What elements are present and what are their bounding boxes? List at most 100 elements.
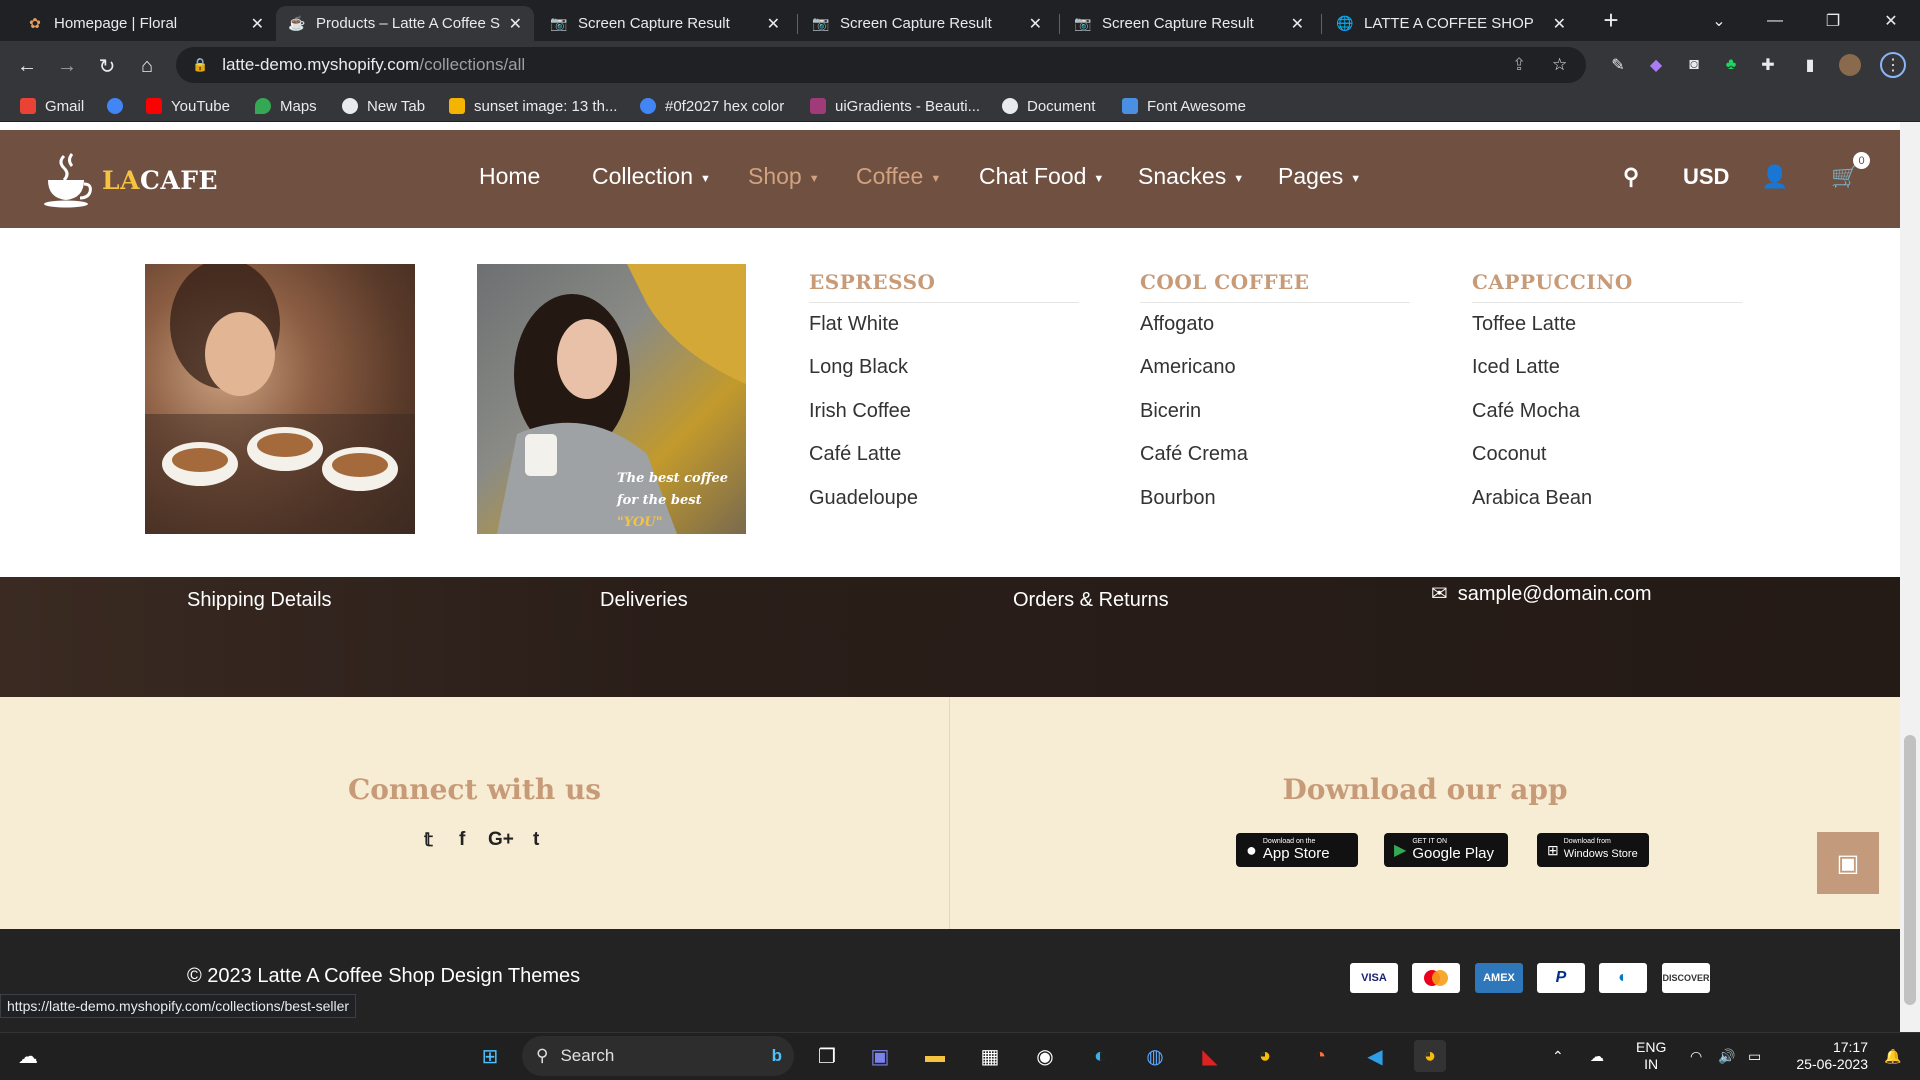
app-icon[interactable]: ◉	[1029, 1040, 1061, 1072]
bookmark-new-tab[interactable]: New Tab	[342, 96, 425, 116]
new-tab-button[interactable]: +	[1586, 0, 1636, 41]
minimize-button[interactable]: —	[1750, 0, 1800, 41]
bookmark-maps[interactable]: Maps	[255, 96, 317, 116]
nav-shop[interactable]: Shop ▼	[748, 163, 820, 190]
chrome-active-icon[interactable]: ◕	[1414, 1040, 1446, 1072]
address-bar[interactable]: 🔒 latte-demo.myshopify.com/collections/a…	[176, 47, 1586, 83]
menu-item[interactable]: Bicerin	[1140, 400, 1201, 423]
tab-products[interactable]: ☕ Products – Latte A Coffee S ✕	[276, 6, 534, 41]
sidebar-icon[interactable]: ▮	[1799, 54, 1821, 76]
profile-avatar[interactable]	[1839, 54, 1861, 76]
twitter-icon[interactable]: 𝕥	[424, 829, 433, 852]
search-icon[interactable]: ⚲	[1623, 164, 1639, 190]
bookmark-youtube[interactable]: YouTube	[146, 96, 230, 116]
tab-homepage-floral[interactable]: ✿ Homepage | Floral ✕	[14, 6, 276, 41]
menu-item[interactable]: Café Crema	[1140, 443, 1248, 466]
tab-screen-capture-2[interactable]: 📷 Screen Capture Result ✕	[800, 6, 1054, 41]
currency-selector[interactable]: USD	[1683, 164, 1729, 190]
back-icon[interactable]: ←	[13, 52, 41, 80]
footer-link-shipping[interactable]: Shipping Details	[187, 589, 332, 612]
windows-start-icon[interactable]: ⊞	[474, 1040, 506, 1072]
footer-link-deliveries[interactable]: Deliveries	[600, 589, 688, 612]
puzzle-icon[interactable]: ✚	[1757, 54, 1779, 76]
tab-screen-capture-3[interactable]: 📷 Screen Capture Result ✕	[1062, 6, 1316, 41]
menu-item[interactable]: Café Mocha	[1472, 400, 1580, 423]
clock[interactable]: 17:17 25-06-2023	[1786, 1032, 1868, 1080]
vscode-icon[interactable]: ◀	[1359, 1040, 1391, 1072]
facebook-icon[interactable]: f	[459, 829, 465, 851]
bookmark-sunset[interactable]: sunset image: 13 th...	[449, 96, 617, 116]
file-explorer-icon[interactable]: ▬	[919, 1040, 951, 1072]
menu-item[interactable]: Long Black	[809, 356, 908, 379]
email-contact[interactable]: ✉ sample@domain.com	[1431, 581, 1651, 606]
camera-extension-icon[interactable]: ◙	[1683, 54, 1705, 76]
cart-icon[interactable]: 🛒	[1831, 164, 1858, 190]
firefox-icon[interactable]: ◔	[1304, 1040, 1336, 1072]
menu-item[interactable]: Bourbon	[1140, 487, 1216, 510]
language-indicator[interactable]: ENG IN	[1636, 1032, 1666, 1080]
bookmark-font-awesome[interactable]: Font Awesome	[1122, 96, 1246, 116]
nav-pages[interactable]: Pages ▼	[1278, 163, 1361, 190]
nav-home[interactable]: Home	[479, 163, 540, 190]
close-icon[interactable]: ✕	[1291, 14, 1304, 34]
store-icon[interactable]: ▦	[974, 1040, 1006, 1072]
close-icon[interactable]: ✕	[1553, 14, 1566, 34]
menu-item[interactable]: Guadeloupe	[809, 487, 918, 510]
share-icon[interactable]: ⇪	[1512, 55, 1526, 75]
menu-item[interactable]: Café Latte	[809, 443, 901, 466]
close-icon[interactable]: ✕	[1029, 14, 1042, 34]
woman-coffee-image[interactable]: The best coffee for the best "YOU"	[477, 264, 746, 534]
teams-icon[interactable]: ▣	[864, 1040, 896, 1072]
tab-search-icon[interactable]: ⌄	[1694, 0, 1744, 41]
bookmark-gmail[interactable]: Gmail	[20, 96, 84, 116]
weather-icon[interactable]: ☁	[12, 1040, 44, 1072]
tray-chevron-icon[interactable]: ⌃	[1552, 1032, 1564, 1080]
account-icon[interactable]: 👤	[1761, 164, 1788, 190]
edge-icon[interactable]: ◐	[1084, 1040, 1116, 1072]
chrome-icon[interactable]: ◕	[1249, 1040, 1281, 1072]
task-view-icon[interactable]: ❐	[811, 1040, 843, 1072]
scrollbar-thumb[interactable]	[1904, 735, 1916, 1005]
bookmark-chrome[interactable]	[107, 96, 132, 116]
pen-extension-icon[interactable]: ✎	[1607, 54, 1629, 76]
forward-icon[interactable]: →	[53, 52, 81, 80]
mcafee-icon[interactable]: ◣	[1194, 1040, 1226, 1072]
star-icon[interactable]: ☆	[1552, 55, 1567, 75]
taskbar-search[interactable]: ⚲ Search b	[522, 1036, 794, 1076]
windows-store-badge[interactable]: ⊞ Download from Windows Store	[1537, 833, 1649, 867]
close-icon[interactable]: ✕	[251, 14, 264, 34]
menu-item[interactable]: Americano	[1140, 356, 1236, 379]
volume-icon[interactable]: 🔊	[1718, 1032, 1735, 1080]
bookmark-hex-color[interactable]: #0f2027 hex color	[640, 96, 784, 116]
close-window-button[interactable]: ✕	[1866, 0, 1916, 41]
site-logo[interactable]: LACAFE	[42, 152, 218, 208]
bookmark-document[interactable]: Document	[1002, 96, 1095, 116]
google-play-badge[interactable]: ▶ GET IT ON Google Play	[1384, 833, 1508, 867]
menu-item[interactable]: Iced Latte	[1472, 356, 1560, 379]
battery-icon[interactable]: ▭	[1748, 1032, 1761, 1080]
notification-icon[interactable]: 🔔	[1884, 1032, 1901, 1080]
updater-icon[interactable]: ◍	[1139, 1040, 1171, 1072]
nav-snackes[interactable]: Snackes ▼	[1138, 163, 1244, 190]
footer-link-orders-returns[interactable]: Orders & Returns	[1013, 589, 1169, 612]
tree-extension-icon[interactable]: ♣	[1720, 54, 1742, 76]
wifi-icon[interactable]: ◠	[1690, 1032, 1702, 1080]
bookmark-uigradients[interactable]: uiGradients - Beauti...	[810, 96, 980, 116]
menu-item[interactable]: Toffee Latte	[1472, 313, 1576, 336]
close-icon[interactable]: ✕	[767, 14, 780, 34]
menu-kebab-icon[interactable]: ⋮	[1880, 52, 1906, 78]
app-store-badge[interactable]: ● Download on the App Store	[1236, 833, 1358, 867]
tumblr-icon[interactable]: t	[533, 829, 539, 851]
restore-button[interactable]: ❐	[1808, 0, 1858, 41]
nav-collection[interactable]: Collection ▼	[592, 163, 711, 190]
friends-coffee-image[interactable]	[145, 264, 415, 534]
reload-icon[interactable]: ↻	[93, 52, 121, 80]
tab-latte-coffee-shop[interactable]: 🌐 LATTE A COFFEE SHOP ✕	[1324, 6, 1578, 41]
floating-cup-button[interactable]: ▣	[1817, 832, 1879, 894]
menu-item[interactable]: Affogato	[1140, 313, 1214, 336]
home-icon[interactable]: ⌂	[133, 52, 161, 80]
tab-screen-capture-1[interactable]: 📷 Screen Capture Result ✕	[538, 6, 792, 41]
nav-coffee[interactable]: Coffee ▼	[856, 163, 941, 190]
menu-item[interactable]: Coconut	[1472, 443, 1547, 466]
extension-icon[interactable]: ◆	[1645, 54, 1667, 76]
